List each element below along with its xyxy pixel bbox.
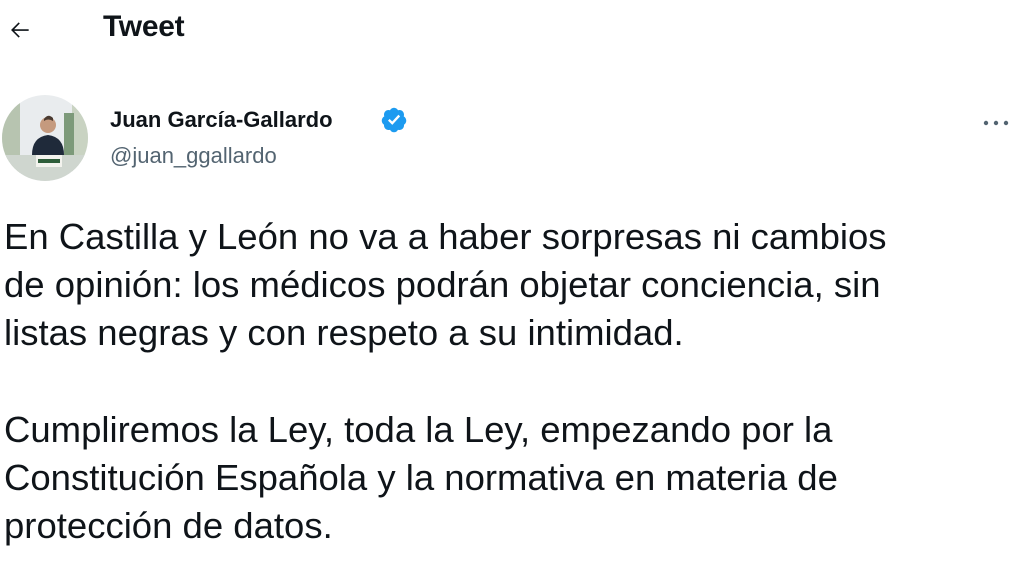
tweet-line: Cumpliremos la Ley, toda la Ley, empezan… [4, 409, 833, 450]
page-title: Tweet [103, 10, 185, 43]
tweet-line: de opinión: los médicos podrán objetar c… [4, 264, 881, 305]
avatar[interactable] [2, 95, 88, 181]
profile-photo [2, 95, 88, 181]
tweet-line: En Castilla y León no va a haber sorpres… [4, 216, 887, 257]
more-options-button[interactable] [976, 109, 1016, 137]
author-name[interactable]: Juan García-Gallardo [110, 107, 333, 133]
verified-badge-icon [381, 107, 407, 133]
tweet-text: En Castilla y León no va a haber sorpres… [4, 213, 1014, 550]
tweet-paragraph: Cumpliremos la Ley, toda la Ley, empezan… [4, 406, 1014, 550]
arrow-left-icon [11, 22, 29, 38]
author-handle[interactable]: @juan_ggallardo [110, 143, 277, 169]
more-horizontal-icon [983, 120, 1009, 126]
top-bar: Tweet [0, 0, 1024, 60]
back-button[interactable] [0, 12, 40, 48]
tweet-author: Juan García-Gallardo @juan_ggallardo [0, 95, 1024, 187]
tweet-paragraph: En Castilla y León no va a haber sorpres… [4, 213, 1014, 357]
tweet-line: protección de datos. [4, 505, 333, 546]
tweet-line: Constitución Española y la normativa en … [4, 457, 838, 498]
tweet-line: listas negras y con respeto a su intimid… [4, 312, 684, 353]
